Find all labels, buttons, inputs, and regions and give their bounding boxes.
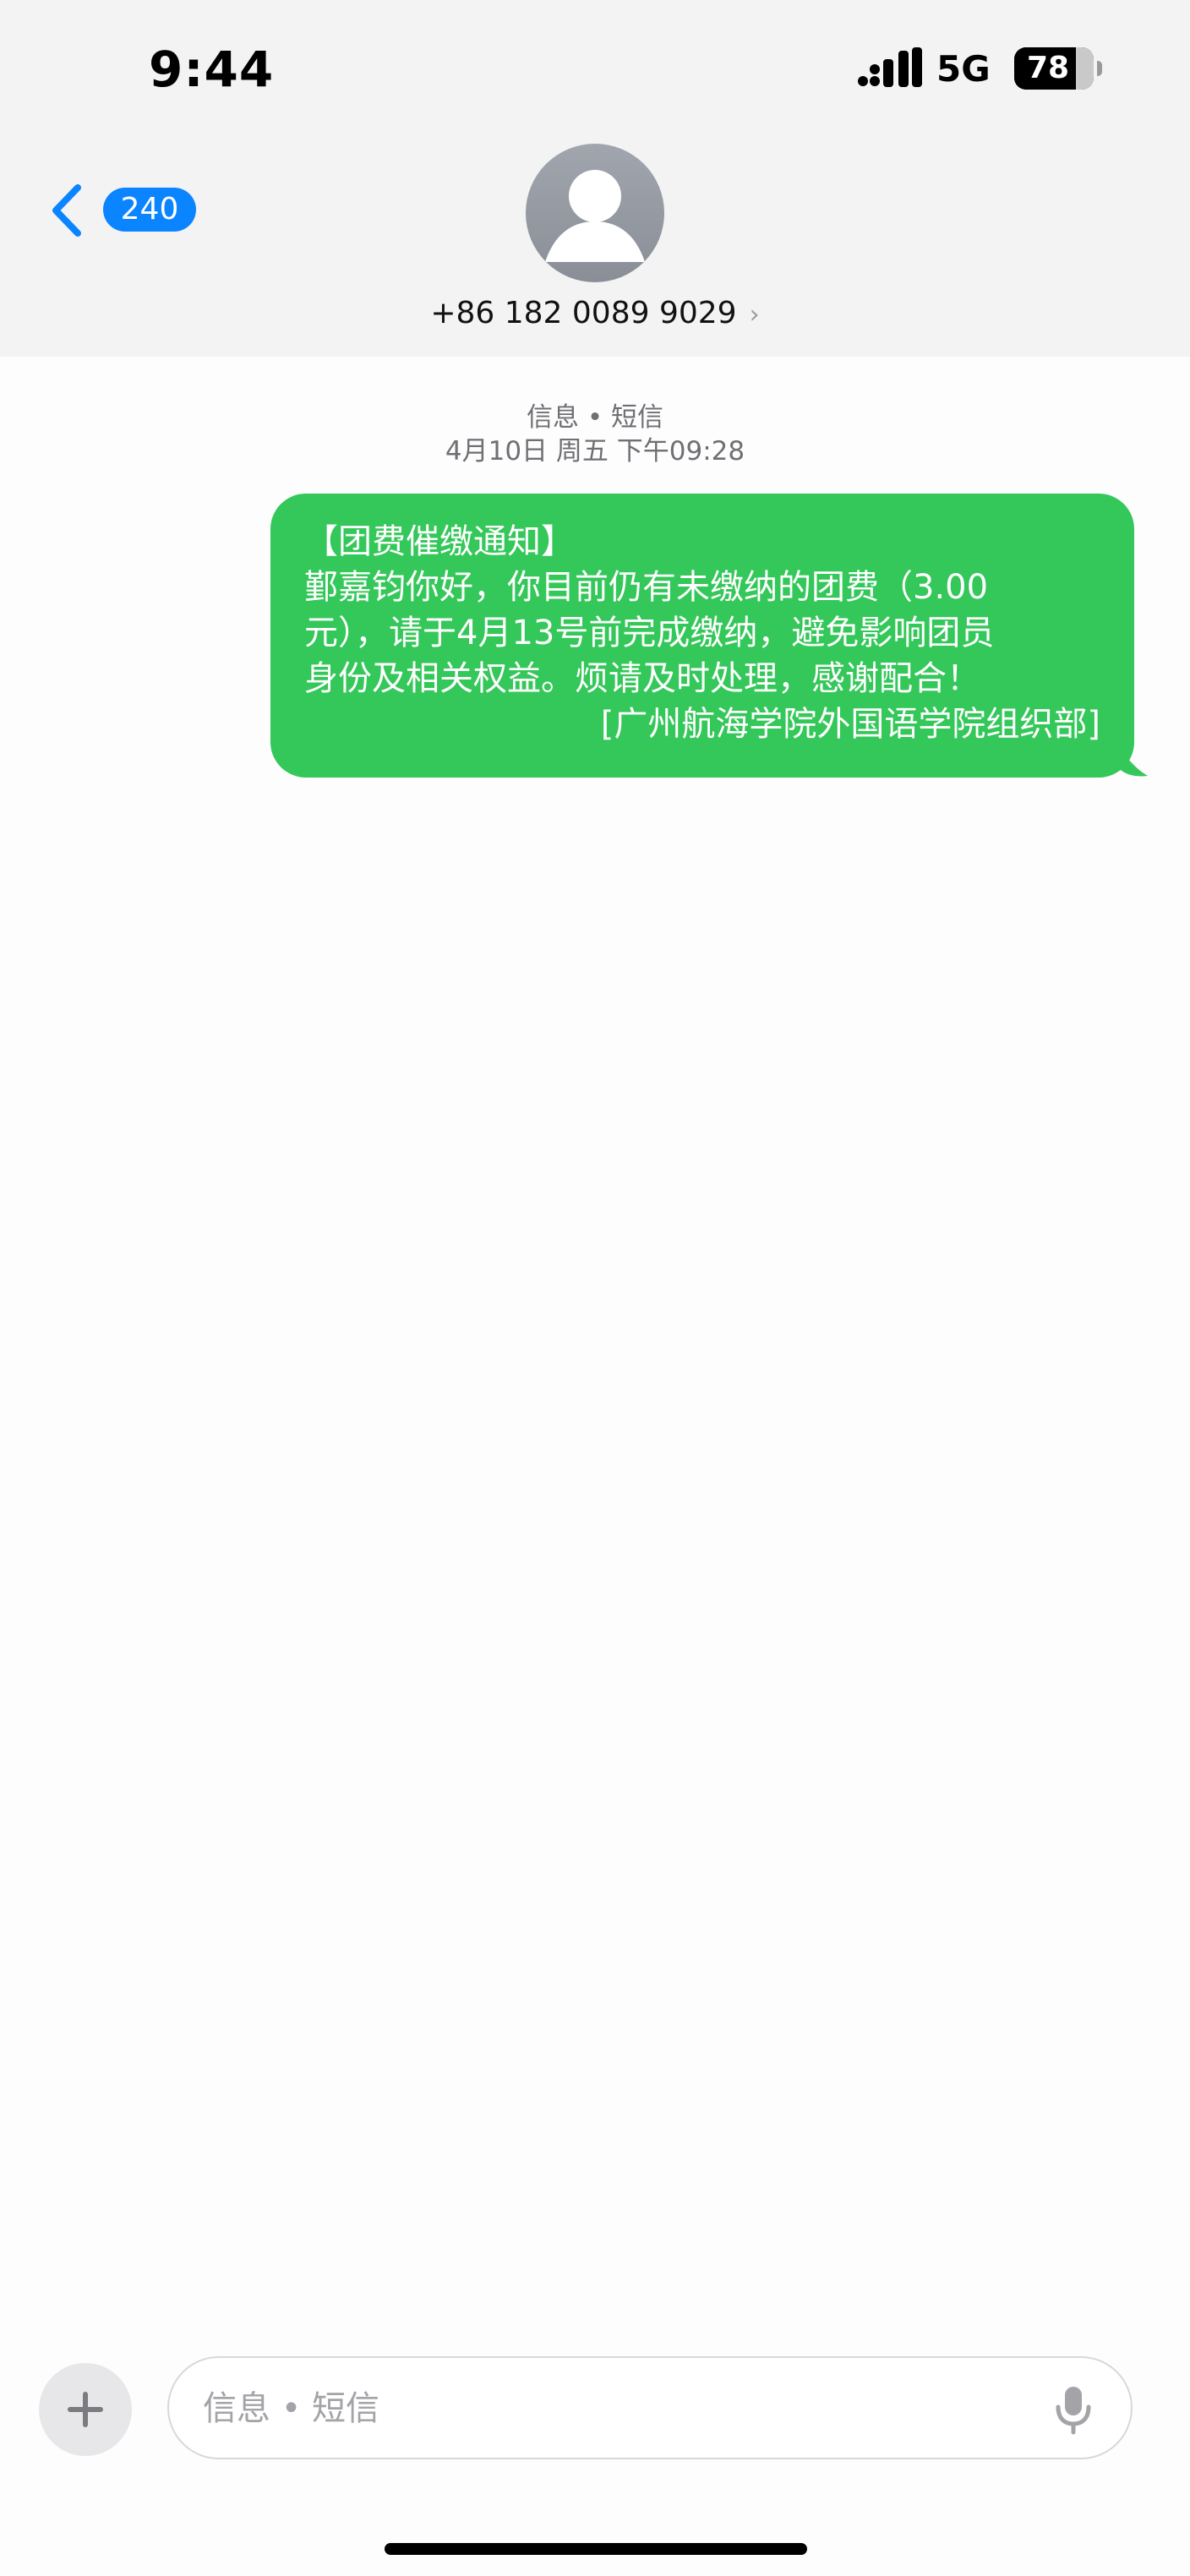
message-line: 鄞嘉钧你好，你目前仍有未缴纳的团费（3.00 [304, 568, 989, 607]
add-attachment-button[interactable] [39, 2363, 132, 2456]
battery-icon: 78 [1014, 47, 1094, 90]
plus-icon [68, 2392, 103, 2427]
home-indicator[interactable] [385, 2543, 807, 2555]
chevron-left-icon [52, 184, 81, 237]
message-line: 【团费催缴通知】 [304, 522, 575, 561]
cellular-signal-icon [858, 47, 922, 87]
person-placeholder-icon [545, 170, 645, 262]
microphone-icon[interactable] [1051, 2383, 1095, 2437]
message-date: 4月10日 周五 下午09:28 [445, 436, 745, 467]
unread-count-badge: 240 [103, 188, 196, 232]
chevron-right-icon: › [749, 300, 760, 330]
message-signature: [广州航海学院外国语学院组织部] [600, 705, 1100, 744]
contact-number[interactable]: +86 182 0089 9029 [430, 296, 736, 330]
battery-level: 78 [1026, 51, 1070, 85]
contact-info[interactable]: +86 182 0089 9029 › [0, 296, 1190, 330]
message-line: 元），请于4月13号前完成缴纳，避免影响团员 [304, 614, 995, 652]
back-button[interactable]: 240 [41, 177, 210, 242]
message-bubble[interactable]: 【团费催缴通知】 鄞嘉钧你好，你目前仍有未缴纳的团费（3.00 元），请于4月1… [270, 494, 1134, 778]
battery-cap [1097, 61, 1102, 76]
service-label: 信息 • 短信 [527, 402, 663, 433]
bubble-tail [1114, 744, 1148, 777]
network-type: 5G [936, 48, 991, 90]
message-line: 身份及相关权益。烦请及时处理，感谢配合！ [304, 659, 980, 698]
status-time: 9:44 [149, 41, 275, 98]
contact-avatar[interactable] [526, 144, 664, 282]
message-composer[interactable] [167, 2356, 1133, 2459]
message-input[interactable] [201, 2378, 1016, 2439]
header-area: 9:44 5G 78 240 +86 182 0089 9029 › [0, 0, 1190, 357]
